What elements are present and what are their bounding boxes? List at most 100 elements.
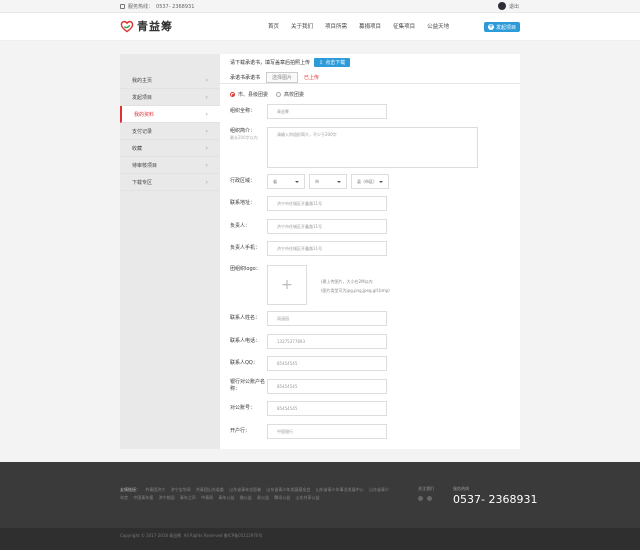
footer-link[interactable]: 中国青年报 (133, 495, 153, 500)
nav-needs[interactable]: 项目所需 (319, 13, 353, 41)
footer-link[interactable]: 山东省青年志愿者 (229, 487, 261, 492)
contact-qq-row: 联系人QQ： 85454545 (230, 356, 387, 371)
address-field[interactable]: 济宁市任城区开鑫路11号 (267, 196, 387, 211)
start-project-label: 发起项目 (495, 24, 516, 31)
public-account-field[interactable]: 85454545 (267, 401, 387, 416)
phone-label: 服务热线： (128, 4, 154, 10)
contact-name-label: 联系人姓名： (230, 315, 261, 321)
radio-dot[interactable] (276, 92, 282, 97)
chevron-right-icon: › (205, 144, 208, 152)
footer-link[interactable]: 共青团济宁 (145, 487, 165, 492)
phone-icon (120, 4, 125, 9)
bank-account-label: 银行对公账户名称： (230, 379, 266, 392)
sidebar-item-label: 下载专区 (132, 179, 153, 186)
radio-college[interactable]: 高校团委 (276, 91, 304, 98)
bank-row: 开户行： 中国银行 (230, 424, 387, 439)
contact-name-row: 联系人姓名： 润涵园 (230, 311, 387, 326)
choose-file-button[interactable]: 选择图片 (266, 71, 299, 83)
contact-phone-row: 联系人电话： 13275377893 (230, 334, 387, 349)
user-area[interactable]: 退出 (498, 2, 519, 10)
sidebar-item-label: 我的资料 (134, 111, 155, 118)
sidebar-item-pending[interactable]: 待审核项目 › (120, 157, 220, 174)
nav-about[interactable]: 关于我们 (285, 13, 319, 41)
plus-icon: + (487, 23, 494, 30)
public-account-label: 对公账号： (230, 405, 256, 411)
bank-account-row: 银行对公账户名称： 85454545 (230, 379, 387, 394)
region-label: 行政区域： (230, 178, 256, 184)
logo-upload-box[interactable]: + (267, 265, 307, 305)
org-name-row: 组织全称： 青益筹 (230, 104, 387, 119)
follow-us: 关注我们 (418, 486, 434, 501)
bank-label: 开户行： (230, 428, 251, 434)
nav-charity[interactable]: 公益天地 (421, 13, 455, 41)
person-phone-label: 负责人手机： (230, 245, 261, 251)
province-select[interactable]: 省 (267, 174, 305, 189)
footer-link[interactable]: 济宁宝华网 (171, 487, 191, 492)
org-type-radios: 市、县级团委 高校团委 (230, 91, 304, 98)
person-phone-field[interactable]: 济宁市任城区开鑫路11号 (267, 241, 387, 256)
profile-form-panel: 请下载承诺书，填写盖章后拍照上传 ⇩ 点击下载 承诺书承诺书 选择图片 已上传 … (220, 54, 520, 449)
contact-phone-field[interactable]: 13275377893 (267, 334, 387, 349)
footer-link[interactable]: 易公益 (257, 495, 269, 500)
bank-account-field[interactable]: 85454545 (267, 379, 387, 394)
chevron-right-icon: › (205, 110, 208, 118)
download-button-label: 点击下载 (325, 60, 346, 66)
footer-link[interactable]: 微公益 (240, 495, 252, 500)
logo[interactable]: 青益筹 (120, 18, 173, 34)
main-nav: 首页 关于我们 项目所需 募捐项目 征集项目 公益天地 (262, 13, 455, 41)
links-lead: 友情链接： (120, 487, 140, 492)
wechat-icon[interactable] (427, 496, 432, 501)
footer-link[interactable]: 山东省青少年发展基金会 (266, 487, 310, 492)
logo-hint: (建上传图片，大小在2M以内 (图片类型可为jpg,png,jpeg,gif,b… (321, 277, 390, 295)
county-select[interactable]: 县（市区） (351, 174, 389, 189)
nav-home[interactable]: 首页 (262, 13, 285, 41)
address-label: 联系地址： (230, 200, 256, 206)
city-select[interactable]: 市 (309, 174, 347, 189)
person-phone-row: 负责人手机： 济宁市任城区开鑫路11号 (230, 241, 387, 256)
footer-link[interactable]: 中青网 (201, 495, 213, 500)
nav-donation[interactable]: 募捐项目 (353, 13, 387, 41)
copyright-bar: Copyright © 2017-2018 青益筹. All Rights Re… (0, 528, 640, 550)
footer-link[interactable]: 青年之声 (180, 495, 196, 500)
logo-row: 团组织logo： + (建上传图片，大小在2M以内 (图片类型可为jpg,png… (230, 265, 390, 305)
person-field[interactable]: 济宁市任城区开鑫路11号 (267, 219, 387, 234)
bank-field[interactable]: 中国银行 (267, 424, 387, 439)
sidebar-item-profile[interactable]: 我的资料 › (120, 106, 220, 123)
footer: 友情链接： 共青团济宁 济宁宝华网 共青团山东省委 山东省青年志愿者 山东省青少… (0, 462, 640, 528)
org-intro-textarea[interactable]: 请输入你组织简介，不少于200字 (267, 127, 478, 168)
phone-info: 服务热线： 0537- 2368931 (120, 3, 194, 10)
contact-qq-field[interactable]: 85454545 (267, 356, 387, 371)
radio-city[interactable]: 市、县级团委 (230, 91, 268, 98)
footer-link[interactable]: 山东省青少年事业发展中心 (316, 487, 364, 492)
sidebar-item-start[interactable]: 发起项目 › (120, 89, 220, 106)
org-name-field[interactable]: 青益筹 (267, 104, 387, 119)
start-project-button[interactable]: + 发起项目 (484, 22, 520, 32)
weibo-icon[interactable] (418, 496, 423, 501)
chevron-right-icon: › (205, 93, 208, 101)
sidebar-item-home[interactable]: 我的主页 › (120, 72, 220, 89)
logo-text: 青益筹 (137, 20, 173, 33)
org-intro-label: 组织简介： 最长200字以内 (230, 127, 267, 141)
sidebar-item-payments[interactable]: 支付记录 › (120, 123, 220, 140)
chevron-right-icon: › (205, 161, 208, 169)
follow-label: 关注我们 (418, 486, 434, 491)
radio-dot[interactable] (230, 92, 235, 97)
footer-link[interactable]: 青年公益 (218, 495, 234, 500)
sidebar-item-downloads[interactable]: 下载专区 › (120, 174, 220, 191)
avatar[interactable] (498, 2, 506, 10)
contact-phone-label: 联系人电话： (230, 338, 261, 344)
phone-number: 0537- 2368931 (156, 3, 195, 10)
footer-link[interactable]: 腾讯公益 (274, 495, 290, 500)
sidebar-item-label: 收藏 (132, 145, 143, 152)
contact-name-field[interactable]: 润涵园 (267, 311, 387, 326)
person-label: 负责人： (230, 223, 251, 229)
footer-link[interactable]: 济宁校园 (159, 495, 175, 500)
footer-link[interactable]: 山东共享公益 (296, 495, 320, 500)
download-notice: 请下载承诺书，填写盖章后拍照上传 ⇩ 点击下载 (230, 58, 351, 67)
download-button[interactable]: ⇩ 点击下载 (314, 58, 351, 67)
nav-collect[interactable]: 征集项目 (387, 13, 421, 41)
logout-link[interactable]: 退出 (509, 3, 519, 10)
sidebar-item-favorites[interactable]: 收藏 › (120, 140, 220, 157)
org-intro-row: 组织简介： 最长200字以内 请输入你组织简介，不少于200字 (230, 127, 478, 168)
footer-link[interactable]: 共青团山东省委 (196, 487, 224, 492)
